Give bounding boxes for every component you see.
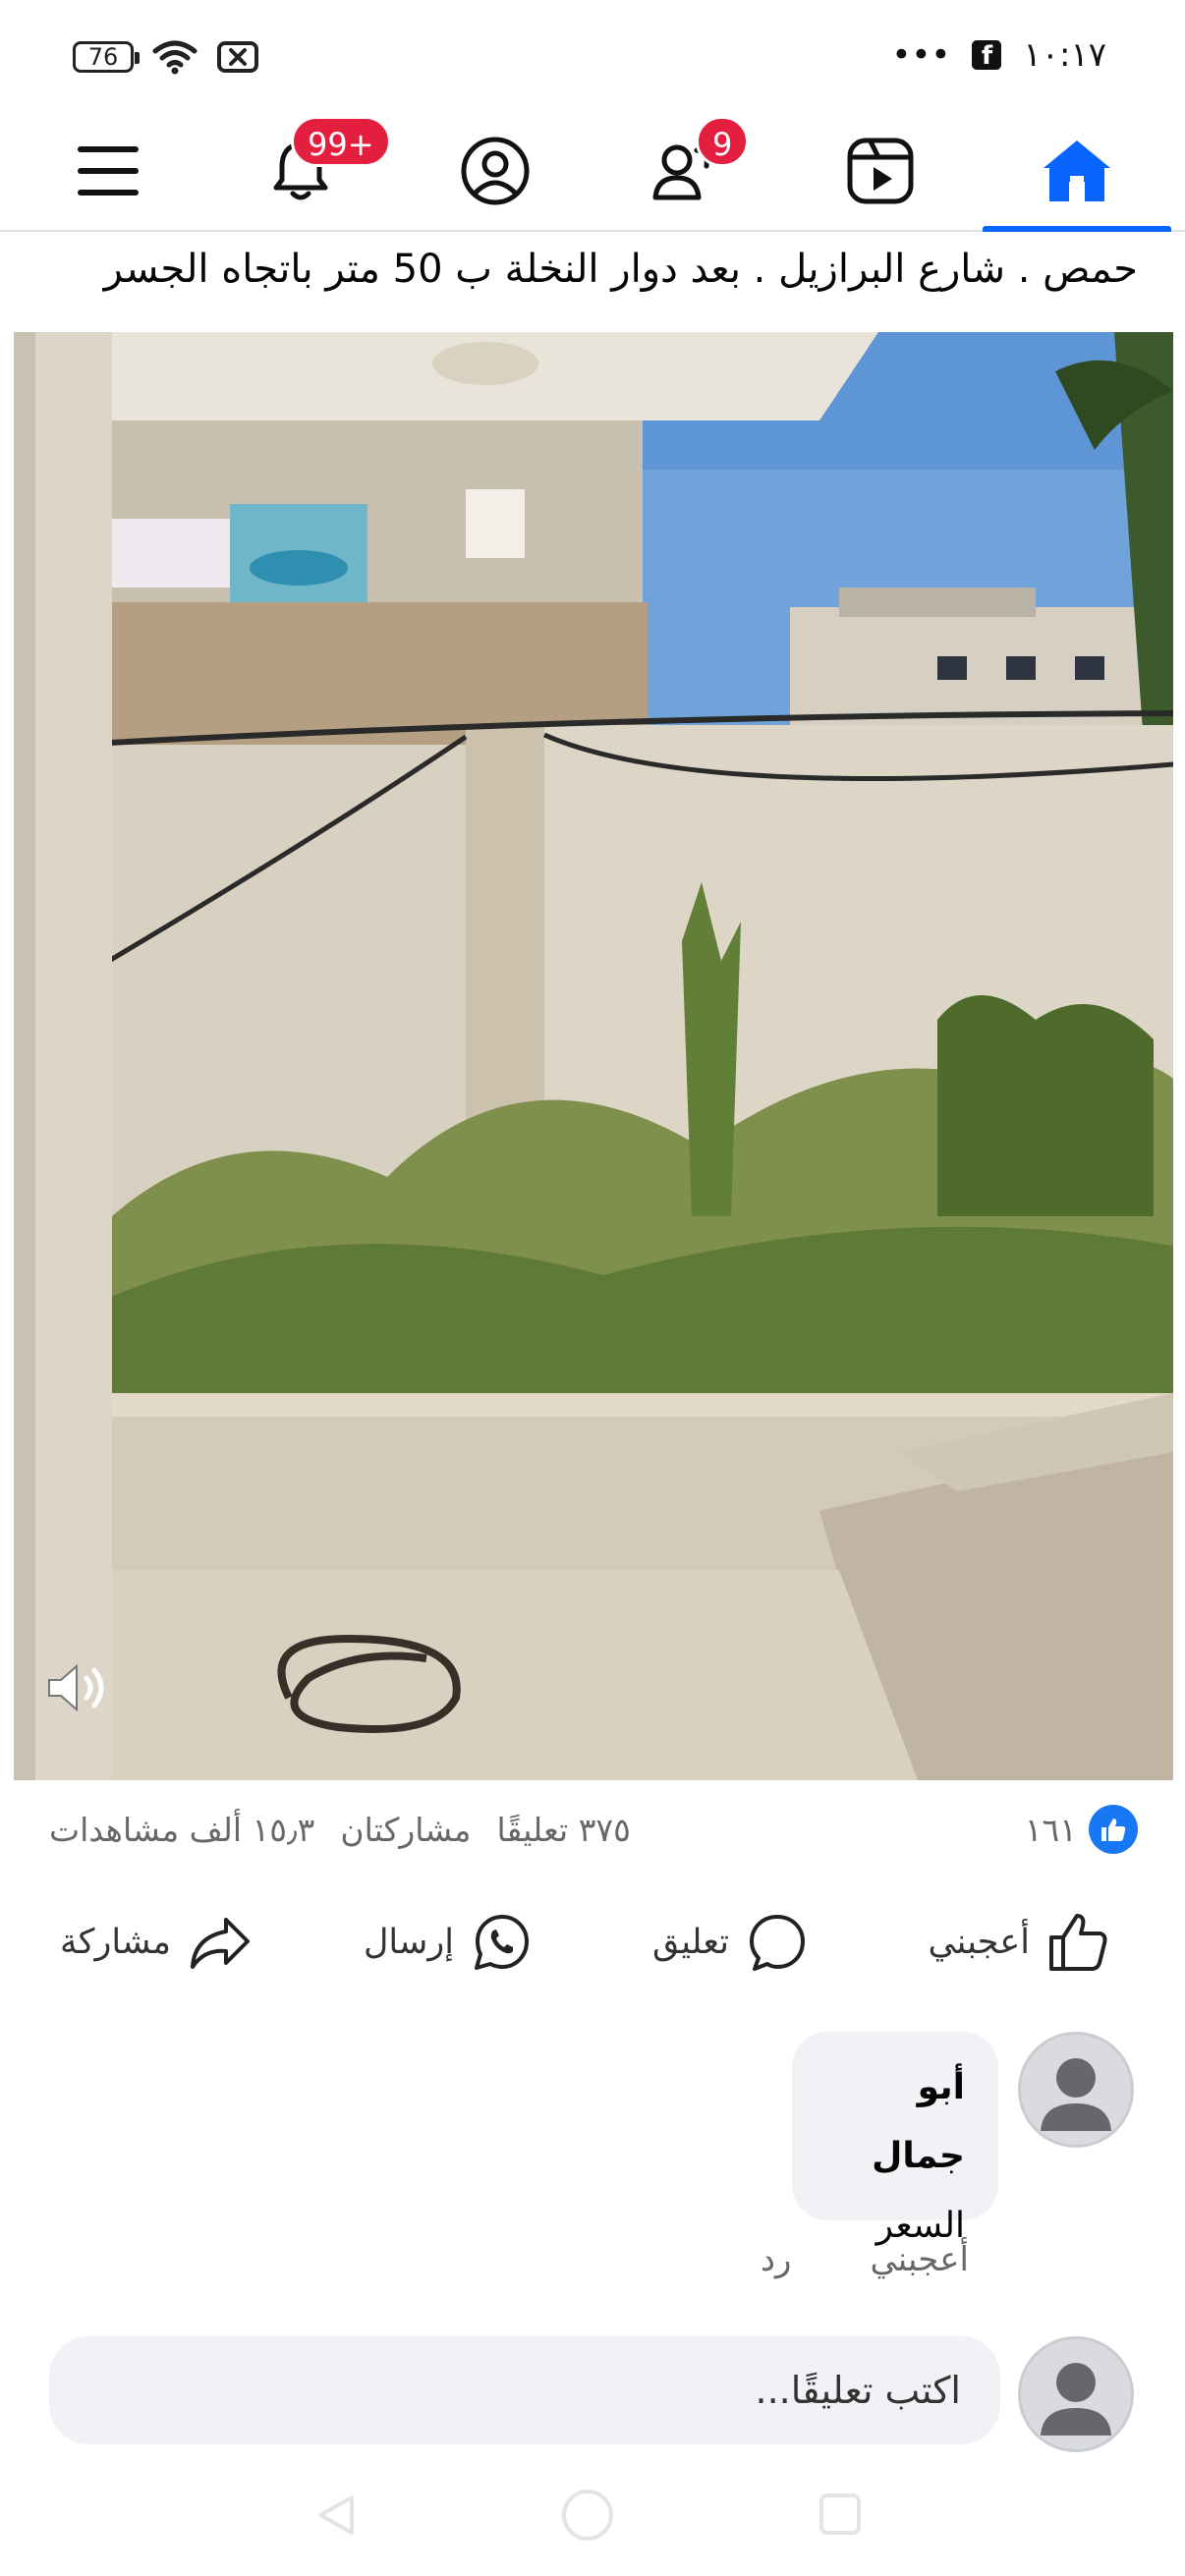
profile-tab[interactable] xyxy=(397,110,593,232)
reactions-summary[interactable]: ١٦١ xyxy=(1025,1805,1138,1854)
more-indicator: ••• xyxy=(891,35,951,75)
comment-like-button[interactable]: أعجبني xyxy=(870,2240,969,2279)
share-label: مشاركة xyxy=(60,1923,171,1962)
system-back-icon[interactable] xyxy=(312,2492,360,2539)
home-icon xyxy=(1044,140,1110,201)
default-avatar-icon xyxy=(1041,2058,1111,2131)
comment-reply-button[interactable]: رد xyxy=(761,2240,792,2279)
comment-author[interactable]: أبو جمال xyxy=(825,2053,965,2191)
friends-tab[interactable]: 9 xyxy=(590,110,786,232)
facebook-app-icon: f xyxy=(972,40,1002,71)
wifi-icon xyxy=(152,40,198,75)
share-icon xyxy=(191,1918,250,1969)
comment-bubble[interactable]: أبو جمال السعر xyxy=(792,2032,998,2246)
home-tab[interactable] xyxy=(979,110,1175,232)
system-home-icon[interactable] xyxy=(560,2488,615,2543)
comment-input[interactable]: اكتب تعليقًا... xyxy=(49,2336,1000,2444)
like-count: ١٦١ xyxy=(1024,1810,1077,1849)
video-tab[interactable] xyxy=(782,110,979,232)
friends-badge: 9 xyxy=(696,116,750,167)
comment-icon xyxy=(750,1915,805,1971)
battery-level: 76 xyxy=(87,43,119,71)
speaker-icon xyxy=(48,1663,104,1712)
commenter-avatar[interactable] xyxy=(1018,2032,1134,2148)
notifications-tab[interactable]: 99+ xyxy=(202,110,399,232)
sound-button[interactable] xyxy=(43,1658,110,1717)
thumbs-up-icon xyxy=(1049,1914,1107,1971)
post-caption: حمص . شارع البرازيل . بعد دوار النخلة ب … xyxy=(103,247,1138,292)
top-nav-bar: 99+ 9 xyxy=(0,110,1185,232)
system-navigation-bar xyxy=(0,2456,1185,2576)
profile-icon xyxy=(461,137,530,205)
post-video[interactable] xyxy=(14,332,1173,1780)
status-left: 76 xyxy=(73,39,259,75)
whatsapp-icon xyxy=(475,1915,529,1970)
default-avatar-icon xyxy=(1041,2363,1111,2436)
my-avatar xyxy=(1018,2336,1134,2452)
system-recents-icon[interactable] xyxy=(818,2492,863,2537)
post-stats: ٣٧٥ تعليقًا مشاركتان ١٥٫٣ ألف مشاهدات ١٦… xyxy=(14,1794,1173,1865)
like-reaction-icon xyxy=(1089,1805,1138,1854)
no-sim-icon xyxy=(217,41,258,73)
comment-button[interactable]: تعليق xyxy=(652,1898,808,1987)
like-label: أعجبني xyxy=(928,1923,1031,1962)
share-count[interactable]: مشاركتان xyxy=(340,1811,471,1849)
comment-label: تعليق xyxy=(652,1923,729,1962)
status-right: ••• f ١٠:١٧ xyxy=(891,35,1106,75)
menu-icon xyxy=(78,146,139,196)
send-button[interactable]: إرسال xyxy=(364,1898,533,1987)
send-label: إرسال xyxy=(363,1923,454,1962)
view-count: ١٥٫٣ ألف مشاهدات xyxy=(49,1810,315,1849)
comment-count[interactable]: ٣٧٥ تعليقًا xyxy=(496,1811,630,1849)
video-icon xyxy=(847,138,914,204)
clock: ١٠:١٧ xyxy=(1023,35,1106,75)
share-button[interactable]: مشاركة xyxy=(60,1898,252,1987)
status-bar: 76 ••• f ١٠:١٧ xyxy=(0,0,1185,110)
post-actions: أعجبني تعليق إرسال مشاركة xyxy=(0,1898,1185,1987)
battery-icon: 76 xyxy=(73,41,140,73)
video-frame xyxy=(14,332,1173,1780)
like-button[interactable]: أعجبني xyxy=(929,1898,1111,1987)
engagement-counts: ٣٧٥ تعليقًا مشاركتان ١٥٫٣ ألف مشاهدات xyxy=(49,1811,631,1849)
notifications-badge: 99+ xyxy=(291,116,391,167)
comment-actions: أعجبني رد xyxy=(761,2240,969,2279)
menu-button[interactable] xyxy=(10,110,206,232)
